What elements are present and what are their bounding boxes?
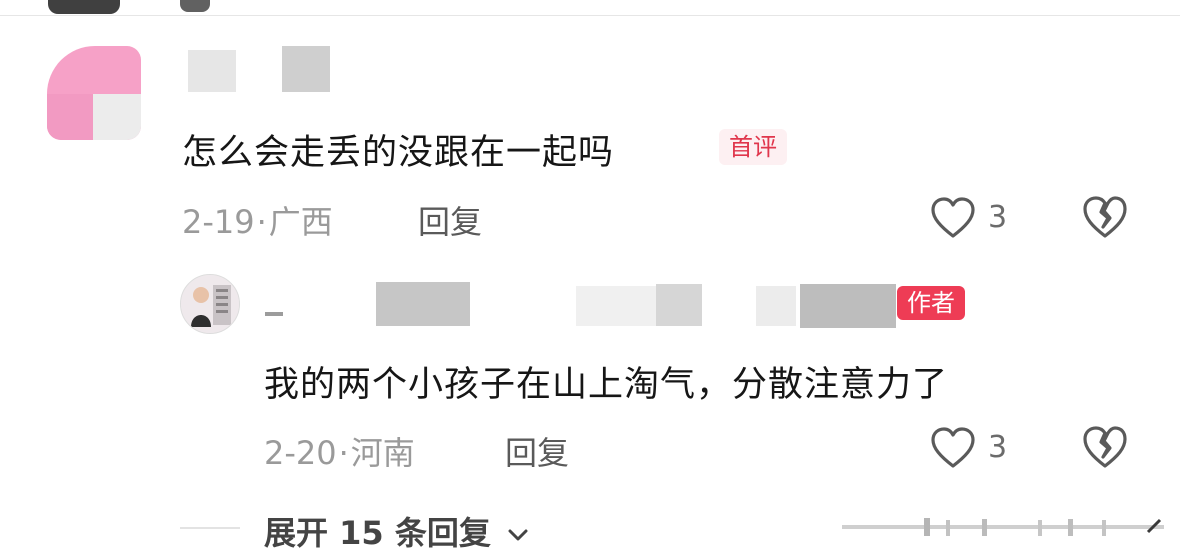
username-obscured — [656, 284, 702, 326]
expand-replies-label: 展开 15 条回复 — [264, 514, 491, 552]
avatar[interactable] — [47, 46, 141, 140]
like-count: 3 — [988, 430, 1008, 465]
top-edge-artifact — [48, 0, 120, 14]
reply-meta: 2-20·河南 — [264, 428, 415, 474]
username-obscured — [800, 284, 896, 328]
broken-heart-icon[interactable] — [1082, 424, 1128, 470]
top-edge-artifact — [180, 0, 210, 12]
username-obscured[interactable] — [376, 282, 470, 326]
reply-text: 我的两个小孩子在山上淘气，分散注意力了 — [264, 365, 949, 405]
author-badge: 作者 — [897, 286, 965, 320]
first-comment-badge: 首评 — [719, 129, 787, 165]
like-count: 3 — [988, 200, 1008, 235]
meta-separator: · — [338, 434, 349, 472]
username-obscured — [576, 286, 656, 326]
expand-replies-button[interactable]: 展开 15 条回复 — [264, 508, 530, 554]
username-obscured — [265, 312, 283, 316]
heart-outline-icon[interactable] — [930, 196, 976, 240]
reply-location: 河南 — [350, 434, 415, 472]
username-obscured[interactable] — [188, 50, 236, 92]
avatar[interactable] — [180, 274, 240, 334]
divider — [0, 15, 1180, 16]
heart-outline-icon[interactable] — [930, 426, 976, 470]
username-obscured — [756, 286, 796, 326]
comment-meta: 2-19·广西 — [182, 197, 333, 243]
reply-date: 2-20 — [264, 434, 337, 472]
username-obscured — [282, 46, 330, 92]
reply-button[interactable]: 回复 — [505, 428, 569, 474]
meta-separator: · — [256, 203, 267, 241]
bottom-edge-artifact — [842, 516, 1164, 538]
comment-location: 广西 — [268, 203, 333, 241]
reply-button[interactable]: 回复 — [418, 197, 482, 243]
expand-divider — [180, 527, 240, 529]
broken-heart-icon[interactable] — [1082, 194, 1128, 240]
comment-text: 怎么会走丢的没跟在一起吗 — [182, 133, 615, 173]
comment-date: 2-19 — [182, 203, 255, 241]
chevron-down-icon — [506, 525, 530, 545]
